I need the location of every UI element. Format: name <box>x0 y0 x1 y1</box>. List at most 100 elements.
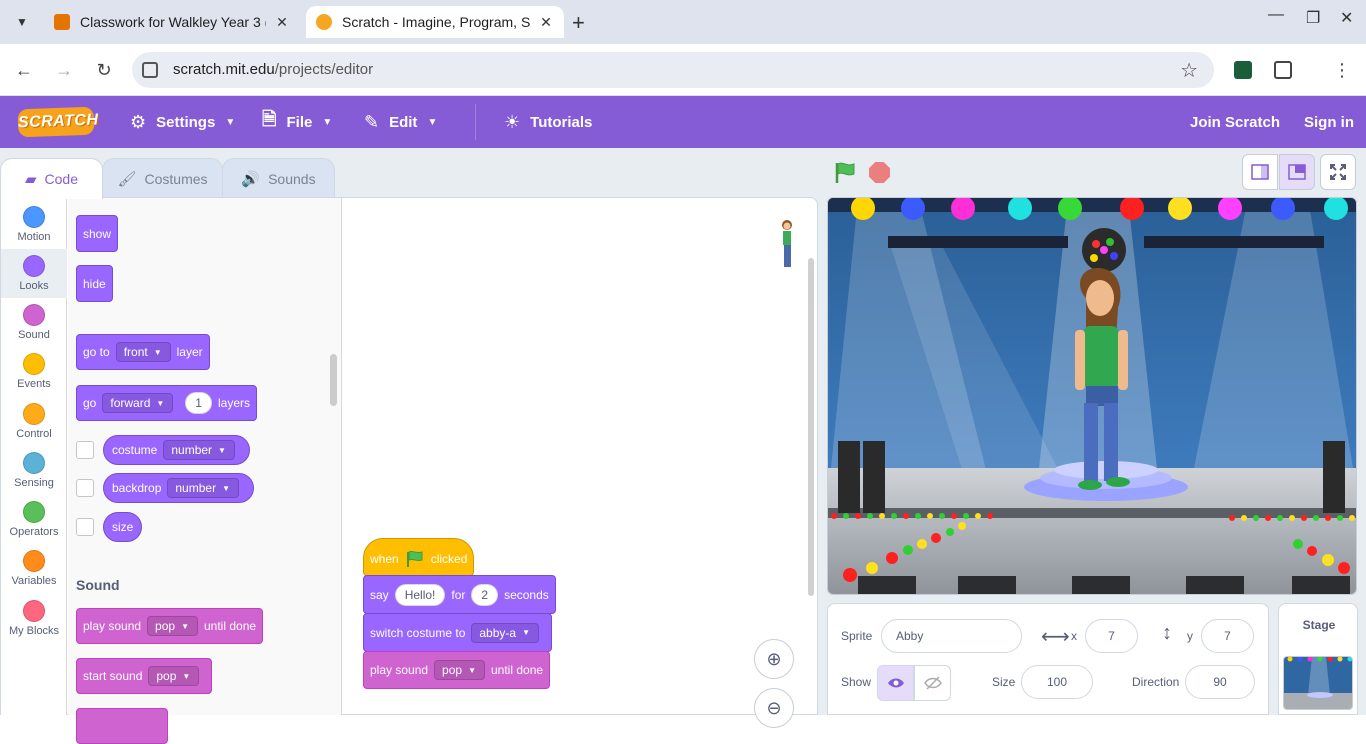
sound-dropdown[interactable]: pop ▼ <box>147 616 198 636</box>
block-show[interactable]: show <box>76 215 119 252</box>
direction-dropdown[interactable]: forward ▼ <box>102 393 174 413</box>
close-tab-icon[interactable]: ✕ <box>538 14 554 31</box>
join-scratch-link[interactable]: Join Scratch <box>1190 96 1280 148</box>
category-events[interactable]: Events <box>1 347 67 396</box>
reporter-costume[interactable]: costume number ▼ <box>103 435 250 465</box>
tutorials-button[interactable]: ☀ Tutorials <box>504 96 592 148</box>
category-my-blocks[interactable]: My Blocks <box>1 594 67 643</box>
site-info-icon[interactable] <box>142 62 158 78</box>
sound-dropdown[interactable]: pop ▼ <box>148 666 200 686</box>
costume-option-dropdown[interactable]: number ▼ <box>163 440 235 460</box>
url-text[interactable]: scratch.mit.edu/projects/editor <box>173 61 373 78</box>
sprite-name-input[interactable]: Abby <box>881 619 1022 653</box>
y-position-input[interactable]: 7 <box>1201 619 1254 653</box>
layer-dropdown[interactable]: front ▼ <box>115 342 171 362</box>
show-label: Show <box>841 675 872 689</box>
block-go-layers[interactable]: go forward ▼ 1 layers <box>76 385 257 421</box>
scratch-logo[interactable]: SCRATCH <box>17 106 99 138</box>
block-play-sound-until-done[interactable]: play sound pop ▼ until done <box>76 608 264 644</box>
backdrop-option-dropdown[interactable]: number ▼ <box>167 478 239 498</box>
block-go-to-layer[interactable]: go to front ▼ layer <box>76 334 210 370</box>
zoom-out-icon[interactable]: ⊖ <box>754 688 794 728</box>
browser-tab-title: Classwork for Walkley Year 3 (2 <box>80 14 266 30</box>
scratch-favicon-icon <box>316 14 332 30</box>
stage-target-panel[interactable]: Stage <box>1278 603 1358 715</box>
browser-tab-scratch[interactable]: Scratch - Imagine, Program, Sha ✕ <box>306 6 564 38</box>
extensions-puzzle-icon[interactable] <box>1274 61 1292 79</box>
fullscreen-icon[interactable] <box>1320 154 1356 190</box>
category-looks[interactable]: Looks <box>1 249 67 298</box>
events-color-icon <box>23 353 45 375</box>
sign-in-link[interactable]: Sign in <box>1304 96 1354 148</box>
block-play-sound[interactable]: play sound pop ▼ until done <box>363 651 551 689</box>
block-hide[interactable]: hide <box>76 265 113 302</box>
vertical-arrows-icon: ↕ <box>1162 622 1172 644</box>
forward-arrow-icon[interactable]: → <box>52 58 76 82</box>
sound-dropdown[interactable]: pop ▼ <box>434 660 485 680</box>
address-bar[interactable]: scratch.mit.edu/projects/editor ☆ <box>132 52 1214 88</box>
layers-input[interactable]: 1 <box>185 392 212 414</box>
caret-down-icon: ▼ <box>427 116 438 128</box>
stage-panel-title: Stage <box>1302 618 1336 632</box>
category-sensing[interactable]: Sensing <box>1 446 67 495</box>
close-window-icon[interactable]: ✕ <box>1340 8 1353 28</box>
reporter-size[interactable]: size <box>103 512 143 542</box>
show-visible-eye-icon[interactable] <box>877 665 914 701</box>
green-flag-run-icon[interactable] <box>834 162 856 184</box>
category-motion[interactable]: Motion <box>1 200 67 249</box>
backdrop-thumbnail[interactable] <box>1283 656 1353 710</box>
costume-dropdown[interactable]: abby-a ▼ <box>471 622 539 643</box>
classroom-favicon-icon <box>54 14 70 30</box>
stop-sign-icon[interactable] <box>869 162 890 183</box>
caret-down-icon: ▼ <box>225 116 236 128</box>
x-position-input[interactable]: 7 <box>1085 619 1138 653</box>
size-input[interactable]: 100 <box>1021 665 1093 699</box>
close-tab-icon[interactable]: ✕ <box>274 14 290 31</box>
size-checkbox[interactable] <box>76 518 94 536</box>
hide-eye-slash-icon[interactable] <box>914 665 951 701</box>
tab-code[interactable]: ▰ Code <box>0 158 103 199</box>
edit-menu[interactable]: ✎ Edit ▼ <box>364 96 437 148</box>
zoom-in-icon[interactable]: ⊕ <box>754 639 794 679</box>
say-message-input[interactable]: Hello! <box>394 583 446 606</box>
reload-icon[interactable]: ↻ <box>92 58 116 82</box>
minimize-icon[interactable]: — <box>1268 6 1284 24</box>
back-arrow-icon[interactable]: ← <box>12 58 36 82</box>
category-operators[interactable]: Operators <box>1 495 67 544</box>
sound-color-icon <box>23 304 45 326</box>
extension-icon[interactable] <box>1234 61 1252 79</box>
block-partial[interactable] <box>76 708 168 744</box>
workspace-scrollbar[interactable] <box>808 258 814 596</box>
tab-search-chevron-icon[interactable]: ▼ <box>12 12 32 32</box>
block-start-sound[interactable]: start sound pop ▼ <box>76 658 213 694</box>
normal-stage-mode-icon[interactable] <box>1279 154 1315 190</box>
category-control[interactable]: Control <box>1 397 67 446</box>
tutorials-label: Tutorials <box>530 113 593 131</box>
block-when-flag-clicked[interactable]: when clicked <box>363 538 475 576</box>
say-seconds-input[interactable]: 2 <box>471 583 499 606</box>
browser-menu-icon[interactable]: ⋮ <box>1330 58 1354 82</box>
code-blocks-icon: ▰ <box>24 171 37 188</box>
tab-sounds-label: Sounds <box>268 170 316 187</box>
backdrop-checkbox[interactable] <box>76 479 94 497</box>
bookmark-star-icon[interactable]: ☆ <box>1180 58 1198 83</box>
category-variables[interactable]: Variables <box>1 544 67 593</box>
stage-canvas[interactable] <box>827 197 1357 595</box>
tab-code-label: Code <box>44 171 78 187</box>
restore-icon[interactable]: ❐ <box>1306 8 1320 28</box>
block-say-for-seconds[interactable]: say Hello! for 2 seconds <box>363 575 556 614</box>
menu-divider <box>475 104 476 140</box>
palette-scrollbar[interactable] <box>330 354 337 406</box>
file-menu[interactable]: 🗎 File ▼ <box>262 96 332 148</box>
category-sound[interactable]: Sound <box>1 298 67 347</box>
browser-tab-classwork[interactable]: Classwork for Walkley Year 3 (2 ✕ <box>44 6 300 38</box>
costume-checkbox[interactable] <box>76 441 94 459</box>
tab-sounds[interactable]: 🔊 Sounds <box>222 158 335 198</box>
tab-costumes[interactable]: 🖌 Costumes <box>102 158 223 198</box>
reporter-backdrop[interactable]: backdrop number ▼ <box>103 473 254 503</box>
direction-input[interactable]: 90 <box>1185 665 1255 699</box>
new-tab-plus-icon[interactable]: + <box>572 10 585 36</box>
small-stage-mode-icon[interactable] <box>1242 154 1278 190</box>
block-switch-costume[interactable]: switch costume to abby-a ▼ <box>363 613 552 652</box>
settings-menu[interactable]: ⚙ Settings ▼ <box>130 96 235 148</box>
